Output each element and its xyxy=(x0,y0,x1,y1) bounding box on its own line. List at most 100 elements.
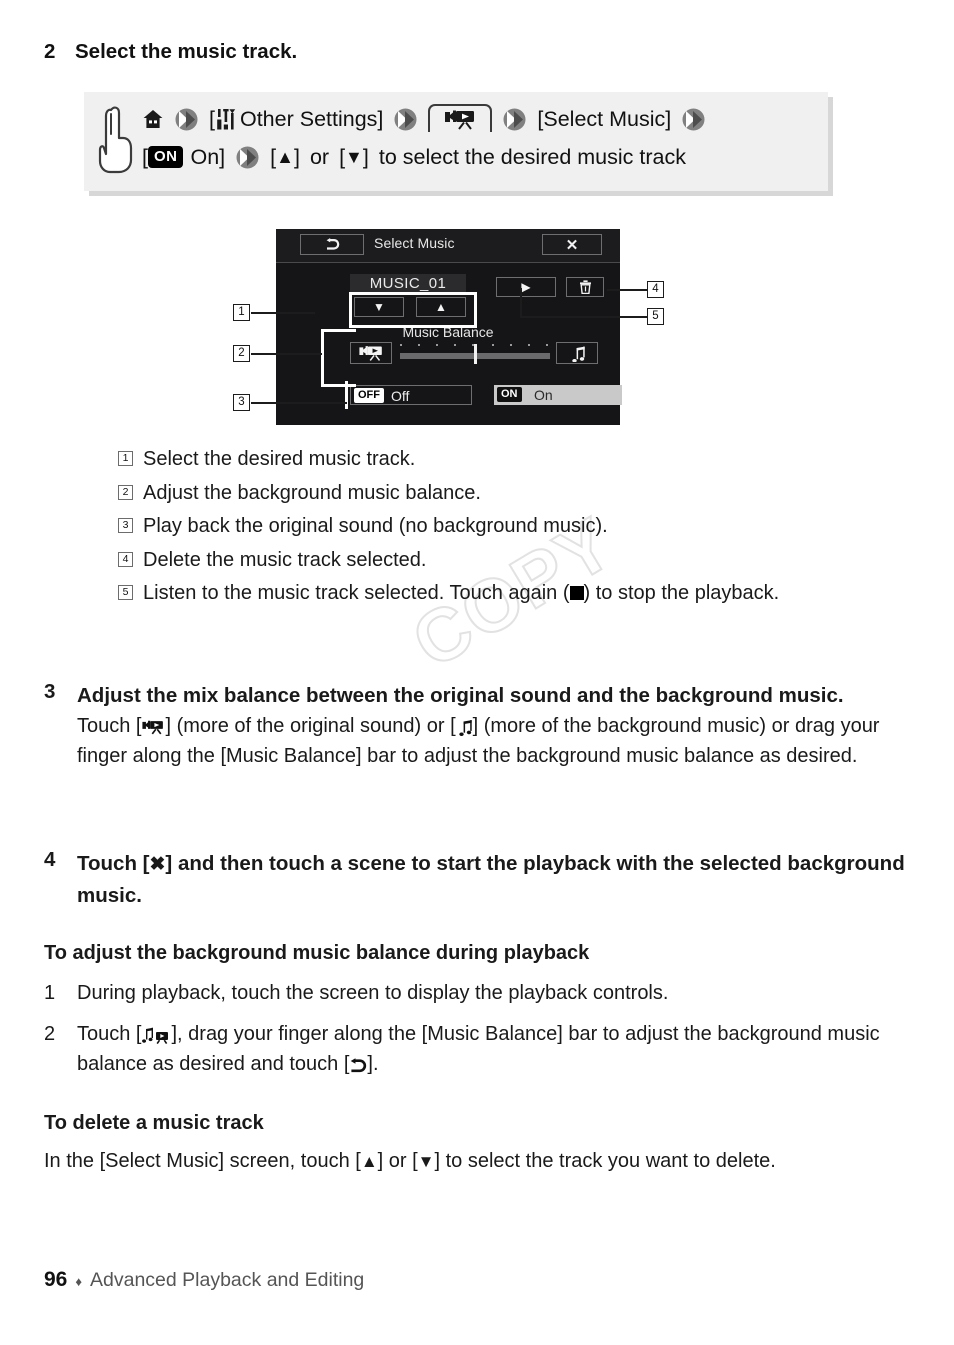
explanation-text: Delete the music track selected. xyxy=(143,548,427,571)
callout-2-leader xyxy=(251,353,322,355)
select-music-label: [Select Music] xyxy=(537,107,672,131)
other-settings-label: Other Settings] xyxy=(239,107,384,131)
explanation-row: 2 Adjust the background music balance. xyxy=(118,480,878,506)
screen-back-button[interactable] xyxy=(300,234,364,255)
step-2-text: Select the music track. xyxy=(75,40,298,63)
bracket-open-1: [ xyxy=(209,107,215,131)
highlight-bracket-1 xyxy=(349,292,477,328)
camcorder-icon-inline xyxy=(142,720,164,735)
on-label-screen: On xyxy=(534,387,553,403)
explanation-text: Adjust the background music balance. xyxy=(143,481,481,504)
step-4-heading: Touch [✖] and then touch a scene to star… xyxy=(77,848,914,911)
explanation-row: 3 Play back the original sound (no backg… xyxy=(118,513,878,539)
callout-5: 5 xyxy=(647,308,664,325)
delete-button[interactable] xyxy=(566,277,604,297)
callout-2: 2 xyxy=(233,345,250,362)
step-3: 3 Adjust the mix balance between the ori… xyxy=(44,680,914,771)
instruction-box: [ Other Settings] [Select Music] [ON On… xyxy=(84,92,828,191)
music-balance-slider-thumb[interactable] xyxy=(474,344,477,364)
list-item: 1 During playback, touch the screen to d… xyxy=(44,978,914,1008)
music-note-icon-inline xyxy=(458,720,472,736)
callout-1-leader xyxy=(251,312,315,314)
on-badge: ON xyxy=(147,146,184,168)
explanation-key: 1 xyxy=(118,451,133,466)
off-label: Off xyxy=(391,388,410,404)
explanation-key: 5 xyxy=(118,585,133,600)
double-chevron-icon-4 xyxy=(682,108,705,130)
step-2-number: 2 xyxy=(44,40,56,63)
callout-4-leader xyxy=(607,289,648,291)
callout-5-leader xyxy=(520,316,648,318)
on-badge-screen: ON xyxy=(497,387,522,402)
explanation-key: 3 xyxy=(118,518,133,533)
original-sound-button[interactable] xyxy=(350,342,392,364)
step-2-heading: 2 Select the music track. xyxy=(44,40,904,64)
original-sound-on-button[interactable]: ON On xyxy=(494,385,622,405)
explanation-5-before: Listen to the music track selected. Touc… xyxy=(143,582,570,604)
diamond-separator-icon: ♦ xyxy=(75,1274,82,1289)
on-label: On] xyxy=(190,145,226,169)
track-name-display: MUSIC_01 xyxy=(350,274,466,294)
double-chevron-icon-5 xyxy=(236,146,259,168)
page-footer: 96 ♦ Advanced Playback and Editing xyxy=(44,1268,364,1292)
back-arrow-icon-inline xyxy=(351,1058,367,1073)
explanation-row: 4 Delete the music track selected. xyxy=(118,547,878,573)
balance-item2-p3: ]. xyxy=(367,1053,379,1075)
explanation-key: 4 xyxy=(118,551,133,567)
step-4-p2: ] and then touch a scene to start the pl… xyxy=(77,852,905,907)
list-item-text: During playback, touch the screen to dis… xyxy=(77,982,669,1004)
home-icon xyxy=(143,110,163,128)
double-chevron-icon-3 xyxy=(503,108,526,130)
camcorder-tab-frame xyxy=(428,104,493,132)
screen-title-bar: Select Music ✕ xyxy=(276,229,620,263)
balance-item2-p1: Touch [ xyxy=(77,1023,142,1045)
back-arrow-icon xyxy=(326,238,339,250)
step-3-number: 3 xyxy=(44,680,56,703)
camera-screen-illustration: Select Music ✕ MUSIC_01 ▼ ▲ ▶ Music Bala… xyxy=(276,229,622,425)
close-x-icon: ✖ xyxy=(149,854,166,875)
page-number: 96 xyxy=(44,1268,68,1291)
instruction-line-1: [ Other Settings] [Select Music] xyxy=(142,100,818,138)
callout-4: 4 xyxy=(647,281,664,298)
step-4: 4 Touch [✖] and then touch a scene to st… xyxy=(44,848,914,911)
callout-1: 1 xyxy=(233,304,250,321)
music-note-icon xyxy=(571,346,585,362)
bracket-close-3: ] xyxy=(293,145,300,169)
step-3-heading: Adjust the mix balance between the origi… xyxy=(77,684,844,707)
instruction-tail: to select the desired music track xyxy=(378,145,686,169)
step-3-body: Touch [] (more of the original sound) or… xyxy=(77,711,914,771)
or-label: or xyxy=(309,145,330,169)
callout-5-leader-vert xyxy=(520,288,522,318)
music-camcorder-icon xyxy=(142,1027,169,1044)
instruction-line-2: [ ON On] [ ▲ ] or [ ▼ ] to select the de… xyxy=(142,138,818,176)
play-button[interactable]: ▶ xyxy=(496,277,556,297)
screen-close-button[interactable]: ✕ xyxy=(542,234,602,255)
list-item-number: 2 xyxy=(44,1023,56,1045)
bracket-close-4: ] xyxy=(362,145,369,169)
double-chevron-icon-2 xyxy=(394,108,417,130)
explanation-text: Select the desired music track. xyxy=(143,448,416,470)
explanation-row: 1 Select the desired music track. xyxy=(118,446,878,472)
callout-explanations: 1 Select the desired music track. 2 Adju… xyxy=(118,446,878,614)
down-arrow-icon-2: ▼ xyxy=(417,1152,435,1171)
section-delete-body: In the [Select Music] screen, touch [▲] … xyxy=(44,1146,874,1177)
list-item-text-2: Touch [], drag your finger along the [Mu… xyxy=(77,1019,914,1079)
highlight-bracket-3 xyxy=(345,381,374,409)
music-button[interactable] xyxy=(556,342,598,364)
explanation-key: 2 xyxy=(118,484,133,500)
up-arrow-icon: ▲ xyxy=(276,147,294,167)
delete-p3: ] to select the track you want to delete… xyxy=(434,1150,776,1172)
delete-p2: ] or [ xyxy=(377,1150,418,1172)
callout-3: 3 xyxy=(233,394,250,411)
step-4-p1: Touch [ xyxy=(77,852,150,875)
chapter-name: Advanced Playback and Editing xyxy=(90,1269,365,1291)
tools-icon xyxy=(217,108,236,129)
explanation-row: 5 Listen to the music track selected. To… xyxy=(118,580,878,606)
camcorder-icon-small xyxy=(359,345,382,361)
section-balance-list: 1 During playback, touch the screen to d… xyxy=(44,978,914,1090)
callout-3-leader xyxy=(251,402,347,404)
list-item-number: 1 xyxy=(44,982,56,1004)
section-balance-title: To adjust the background music balance d… xyxy=(44,942,590,964)
delete-p1: In the [Select Music] screen, touch [ xyxy=(44,1150,361,1172)
explanation-text-5: Listen to the music track selected. Touc… xyxy=(143,580,878,606)
